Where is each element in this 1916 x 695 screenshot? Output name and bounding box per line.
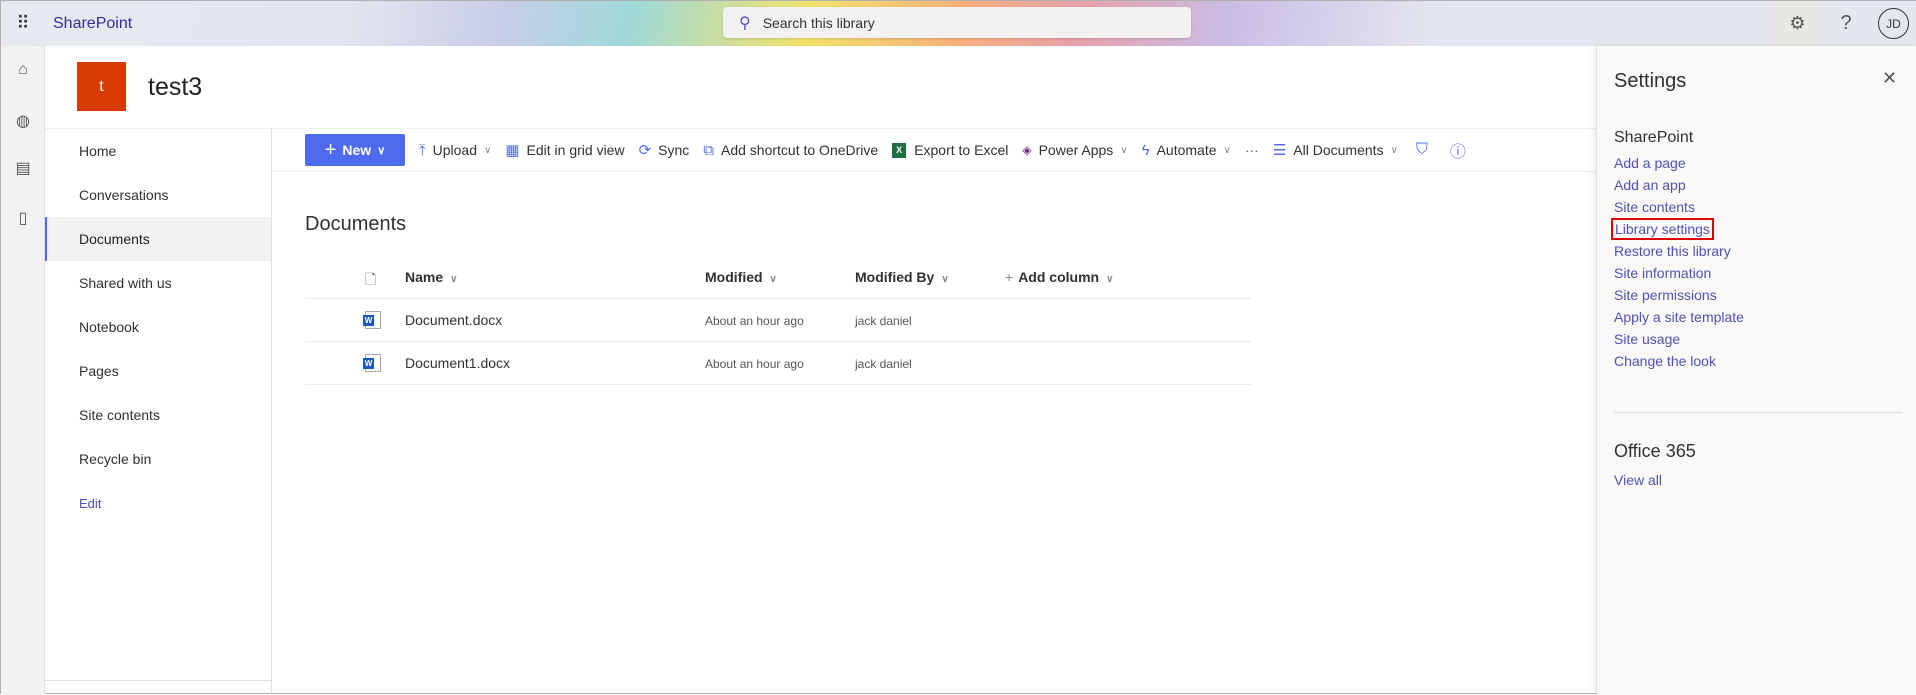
modified-by-cell: jack daniel bbox=[855, 314, 912, 328]
news-icon[interactable]: ▤ bbox=[12, 158, 34, 180]
chevron-down-icon: ∨ bbox=[1106, 274, 1114, 285]
office365-heading: Office 365 bbox=[1614, 441, 1696, 461]
power-apps-icon: ◈ bbox=[1022, 143, 1032, 157]
add-app-link[interactable]: Add an app bbox=[1614, 177, 1686, 193]
modified-cell: About an hour ago bbox=[705, 314, 804, 328]
file-name[interactable]: Document.docx bbox=[405, 312, 502, 328]
table-row[interactable]: W Document1.docx About an hour ago jack … bbox=[305, 342, 1252, 385]
close-icon[interactable]: ✕ bbox=[1882, 68, 1897, 89]
apply-site-template-link[interactable]: Apply a site template bbox=[1614, 309, 1744, 325]
chevron-down-icon: ∨ bbox=[1120, 144, 1128, 156]
help-icon[interactable]: ? bbox=[1822, 1, 1870, 46]
sharepoint-brand-link[interactable]: SharePoint bbox=[45, 1, 145, 46]
search-input[interactable]: ⚲ Search this library bbox=[723, 7, 1191, 38]
nav-item-recycle-bin[interactable]: Recycle bin bbox=[45, 437, 271, 481]
site-contents-link[interactable]: Site contents bbox=[1614, 199, 1695, 215]
shortcut-icon: ⧉ bbox=[703, 141, 714, 159]
library-settings-link[interactable]: Library settings bbox=[1611, 218, 1714, 240]
nav-item-pages[interactable]: Pages bbox=[45, 349, 271, 393]
settings-title: Settings bbox=[1614, 70, 1687, 92]
chevron-down-icon: ∨ bbox=[484, 144, 492, 156]
chevron-down-icon: ∨ bbox=[769, 274, 777, 285]
site-usage-link[interactable]: Site usage bbox=[1614, 331, 1680, 347]
plus-icon: + bbox=[1005, 269, 1014, 285]
plus-icon: + bbox=[324, 138, 337, 161]
more-button[interactable]: ··· bbox=[1245, 142, 1259, 158]
restore-library-link[interactable]: Restore this library bbox=[1614, 243, 1731, 259]
site-information-link[interactable]: Site information bbox=[1614, 265, 1711, 281]
grid-icon: ▦ bbox=[505, 142, 520, 159]
column-header-name[interactable]: Name ∨ bbox=[405, 269, 457, 285]
word-file-icon: W bbox=[363, 311, 381, 329]
automate-button[interactable]: ϟ Automate ∨ bbox=[1142, 142, 1231, 159]
add-page-link[interactable]: Add a page bbox=[1614, 155, 1686, 171]
filter-icon[interactable]: ⛉ bbox=[1416, 141, 1428, 159]
sync-button[interactable]: ⟳ Sync bbox=[639, 141, 690, 159]
search-placeholder: Search this library bbox=[762, 14, 875, 31]
site-title[interactable]: test3 bbox=[148, 73, 202, 102]
site-permissions-link[interactable]: Site permissions bbox=[1614, 287, 1717, 303]
column-header-modified[interactable]: Modified ∨ bbox=[705, 269, 777, 285]
nav-item-notebook[interactable]: Notebook bbox=[45, 305, 271, 349]
edit-grid-view-button[interactable]: ▦ Edit in grid view bbox=[505, 141, 624, 159]
chevron-down-icon: ∨ bbox=[941, 274, 949, 285]
nav-item-documents[interactable]: Documents bbox=[45, 217, 271, 261]
nav-item-shared-with-us[interactable]: Shared with us bbox=[45, 261, 271, 305]
upload-button[interactable]: ⤒ Upload ∨ bbox=[419, 142, 491, 159]
home-icon[interactable]: ⌂ bbox=[12, 61, 34, 83]
file-type-icon[interactable]: 🗋 bbox=[365, 269, 376, 293]
file-name[interactable]: Document1.docx bbox=[405, 355, 510, 371]
info-icon[interactable]: ⓘ bbox=[1450, 138, 1466, 162]
left-navigation: Home Conversations Documents Shared with… bbox=[45, 128, 272, 695]
settings-panel: Settings ✕ SharePoint Add a page Add an … bbox=[1596, 46, 1916, 695]
divider bbox=[1614, 412, 1902, 413]
automate-icon: ϟ bbox=[1141, 141, 1150, 159]
app-launcher-icon[interactable]: ⠿ bbox=[1, 1, 45, 46]
chevron-down-icon: ∨ bbox=[450, 274, 458, 285]
command-bar: + New ∨ ⤒ Upload ∨ ▦ Edit in grid view ⟳ Sync … bbox=[272, 128, 1596, 172]
word-file-icon: W bbox=[363, 354, 381, 372]
chevron-down-icon: ∨ bbox=[1223, 144, 1231, 156]
table-row[interactable]: W Document.docx About an hour ago jack d… bbox=[305, 299, 1252, 342]
nav-item-site-contents[interactable]: Site contents bbox=[45, 393, 271, 437]
list-header: 🗋 Name ∨ Modified ∨ Modified By ∨ + Add colu… bbox=[305, 259, 1252, 299]
view-selector[interactable]: ☰ All Documents ∨ bbox=[1273, 141, 1398, 159]
search-icon: ⚲ bbox=[739, 14, 751, 32]
column-header-modified-by[interactable]: Modified By ∨ bbox=[855, 269, 949, 285]
export-excel-button[interactable]: X Export to Excel bbox=[892, 142, 1008, 158]
power-apps-button[interactable]: ◈ Power Apps ∨ bbox=[1022, 142, 1127, 158]
change-look-link[interactable]: Change the look bbox=[1614, 353, 1716, 369]
upload-icon: ⤒ bbox=[419, 141, 426, 159]
chevron-down-icon: ∨ bbox=[377, 144, 386, 157]
sync-icon: ⟳ bbox=[638, 142, 652, 159]
nav-edit-link[interactable]: Edit bbox=[45, 481, 271, 525]
nav-item-conversations[interactable]: Conversations bbox=[45, 173, 271, 217]
app-bar: ⌂ ◍ ▤ ▯ bbox=[1, 46, 45, 695]
library-title: Documents bbox=[305, 213, 407, 235]
site-logo[interactable]: t bbox=[77, 62, 126, 111]
globe-icon[interactable]: ◍ bbox=[12, 111, 34, 133]
nav-divider bbox=[45, 680, 272, 681]
nav-item-home[interactable]: Home bbox=[45, 129, 271, 173]
sharepoint-section-heading: SharePoint bbox=[1614, 129, 1694, 146]
list-icon: ☰ bbox=[1272, 142, 1287, 159]
chevron-down-icon: ∨ bbox=[1390, 144, 1398, 156]
settings-gear-icon[interactable]: ⚙ bbox=[1773, 1, 1822, 46]
avatar[interactable]: JD bbox=[1878, 8, 1909, 39]
excel-icon: X bbox=[892, 142, 907, 158]
add-shortcut-button[interactable]: ⧉ Add shortcut to OneDrive bbox=[703, 142, 878, 159]
modified-cell: About an hour ago bbox=[705, 357, 804, 371]
modified-by-cell: jack daniel bbox=[855, 357, 912, 371]
document-icon[interactable]: ▯ bbox=[12, 208, 34, 230]
new-button[interactable]: + New ∨ bbox=[305, 134, 405, 166]
add-column-button[interactable]: + Add column ∨ bbox=[1005, 269, 1113, 285]
view-all-link[interactable]: View all bbox=[1614, 472, 1662, 488]
